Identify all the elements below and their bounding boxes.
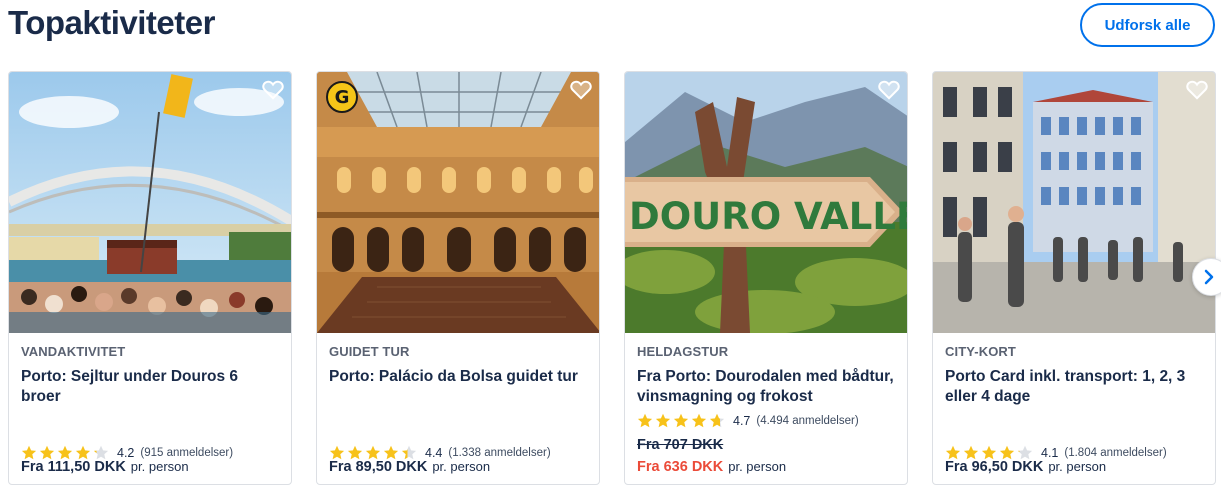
guided-badge-icon: G (326, 81, 358, 113)
explore-all-button[interactable]: Udforsk alle (1080, 3, 1215, 47)
activity-title[interactable]: Porto Card inkl. transport: 1, 2, 3 elle… (945, 367, 1205, 407)
chevron-right-icon (1204, 269, 1214, 285)
activity-category: HELDAGSTUR (637, 344, 729, 359)
page-title: Topaktiviteter (8, 4, 215, 41)
rating-value: 4.4 (425, 446, 443, 460)
review-count: (1.804 anmeldelser) (1064, 447, 1167, 459)
heart-icon[interactable] (1186, 80, 1208, 100)
heart-icon[interactable] (570, 80, 592, 100)
activity-image (9, 72, 291, 333)
review-count: (915 anmeldelser) (140, 447, 234, 459)
activity-image: G (317, 72, 599, 333)
activity-carousel: VANDAKTIVITET Porto: Sejltur under Douro… (8, 71, 1216, 485)
heart-icon[interactable] (262, 80, 284, 100)
review-count: (4.494 anmeldelser) (756, 415, 859, 427)
rating-value: 4.7 (733, 414, 751, 428)
price: Fra 89,50 DKK (329, 459, 428, 475)
price-unit: pr. person (728, 459, 787, 474)
price-unit: pr. person (130, 459, 189, 474)
star-icon (691, 413, 707, 428)
star-icon (655, 413, 671, 428)
price: Fra 111,50 DKK (21, 459, 126, 475)
rating-value: 4.2 (117, 446, 135, 460)
star-icon (709, 413, 725, 428)
activity-category: VANDAKTIVITET (21, 344, 126, 359)
price-row: Fra 96,50 DKK pr. person (945, 459, 1106, 475)
price-unit: pr. person (432, 459, 491, 474)
activity-category: GUIDET TUR (329, 344, 410, 359)
star-rating (637, 413, 725, 429)
review-count: (1.338 anmeldelser) (448, 447, 551, 459)
price-unit: pr. person (1048, 459, 1107, 474)
activity-card[interactable]: VANDAKTIVITET Porto: Sejltur under Douro… (8, 71, 292, 485)
price-row: Fra 636 DKK pr. person (637, 459, 786, 475)
price-row: Fra 111,50 DKK pr. person (21, 459, 189, 475)
activity-image (933, 72, 1215, 333)
activity-title[interactable]: Porto: Palácio da Bolsa guidet tur (329, 367, 589, 387)
original-price: Fra 707 DKK (637, 437, 724, 453)
activity-title[interactable]: Porto: Sejltur under Douros 6 broer (21, 367, 281, 407)
price: Fra 96,50 DKK (945, 459, 1044, 475)
sign-text: DOURO VALLEY (629, 195, 908, 238)
heart-icon[interactable] (878, 80, 900, 100)
rating-value: 4.1 (1041, 446, 1059, 460)
activity-image: DOURO VALLEY (625, 72, 908, 333)
activity-category: CITY-KORT (945, 344, 1016, 359)
star-icon (673, 413, 689, 428)
activity-card[interactable]: DOURO VALLEY HELDAGSTUR Fra Porto: Douro… (624, 71, 908, 485)
star-icon (637, 413, 653, 428)
activity-card[interactable]: CITY-KORT Porto Card inkl. transport: 1,… (932, 71, 1216, 485)
activity-title[interactable]: Fra Porto: Dourodalen med bådtur, vinsma… (637, 367, 897, 407)
price-row: Fra 89,50 DKK pr. person (329, 459, 490, 475)
sale-price: Fra 636 DKK (637, 459, 724, 475)
activity-card[interactable]: G GUIDET TUR Porto: Palácio da Bolsa gui… (316, 71, 600, 485)
rating-row: 4.7 (4.494 anmeldelser) (637, 413, 859, 429)
